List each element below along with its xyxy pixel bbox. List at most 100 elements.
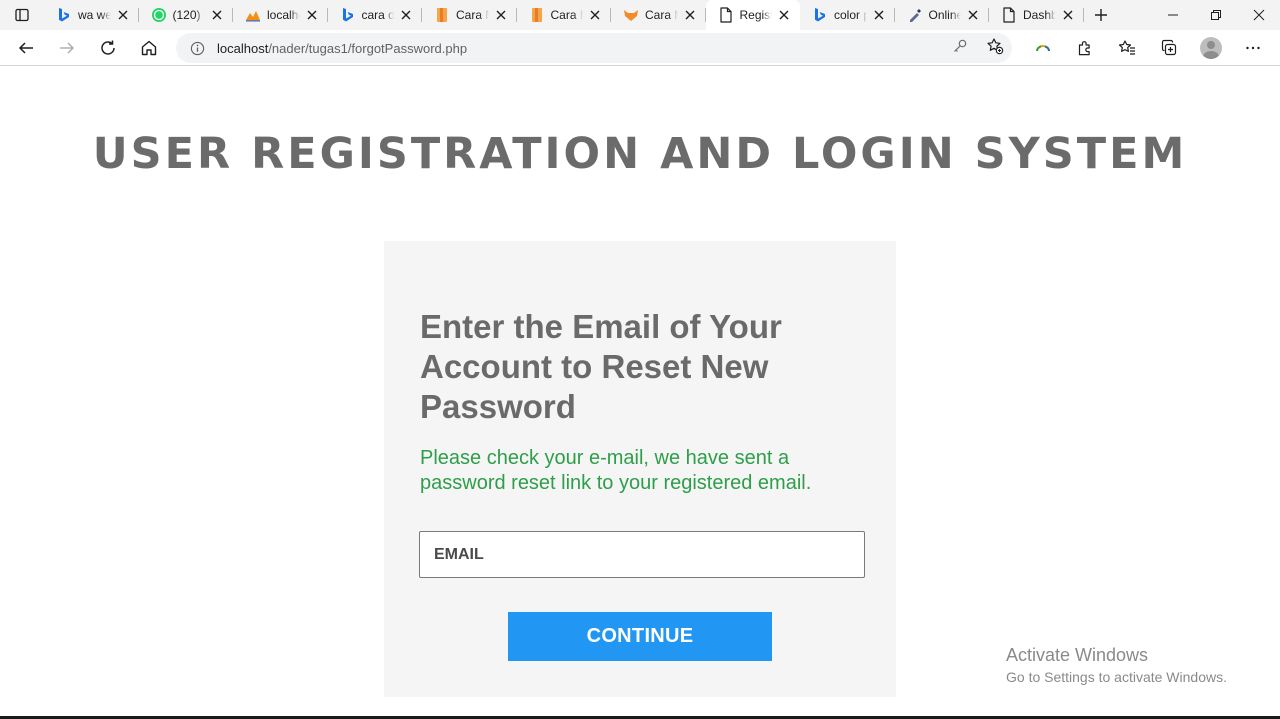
restore-button[interactable] [1194,0,1237,30]
forward-button[interactable] [46,30,87,66]
continue-button[interactable]: CONTINUE [508,612,772,661]
extensions-button[interactable] [1064,30,1106,66]
favorites-button[interactable] [1106,30,1148,66]
tab-close-button[interactable] [871,7,887,23]
close-icon [307,10,316,20]
window-controls [1151,0,1280,30]
web-page: USER REGISTRATION AND LOGIN SYSTEM Enter… [0,67,1280,717]
tab-close-button[interactable] [587,7,603,23]
tab-close-button[interactable] [398,7,414,23]
password-key-icon[interactable] [952,38,968,59]
success-message: Please check your e-mail, we have sent a… [420,447,812,494]
url-text[interactable]: localhost/nader/tugas1/forgotPassword.ph… [217,41,467,56]
browser-tab[interactable]: Dashb [989,0,1084,30]
extension-arc-button[interactable] [1022,30,1064,66]
color-picker-icon [907,7,923,23]
browser-tab[interactable]: (120) W [139,0,234,30]
browser-tab[interactable]: Online [895,0,990,30]
bing-icon [56,7,72,23]
tab-close-button[interactable] [493,7,509,23]
browser-tab[interactable]: Registr [705,0,800,30]
tab-title: Cara M [456,8,489,22]
site-info-icon[interactable] [189,40,205,56]
avatar [1200,37,1222,59]
collections-icon [1161,39,1177,56]
phpmyadmin-icon [245,7,261,23]
email-field[interactable] [419,531,865,578]
minimize-icon [1167,14,1178,16]
close-icon [874,10,883,20]
forgot-password-card: Enter the Email of Your Account to Reset… [384,241,896,697]
tab-close-button[interactable] [304,7,320,23]
url-path: /nader/tugas1/forgotPassword.php [268,40,468,56]
puzzle-icon [1078,41,1090,56]
tab-title: Cara M [550,8,584,22]
add-favorite-icon[interactable] [986,37,1004,60]
close-icon [1063,10,1072,20]
forward-arrow-icon [59,41,74,54]
tab-close-button[interactable] [965,7,981,23]
tab-close-button[interactable] [776,7,792,23]
close-icon [779,10,789,20]
home-button[interactable] [128,30,169,66]
tab-title: Online [928,8,962,22]
close-icon [590,10,600,20]
collections-button[interactable] [1148,30,1190,66]
tab-close-button[interactable] [209,7,225,23]
address-bar-actions [952,33,1004,63]
rainbow-arc-icon [1036,45,1050,52]
tab-title: Dashb [1023,8,1056,22]
close-icon [212,10,222,20]
tab-list: wa web (120) W localhost cara de Cara M Cara … [44,0,1084,30]
restore-icon [1210,10,1221,20]
browser-tab[interactable]: Cara M [422,0,517,30]
more-dots-icon [1246,46,1260,50]
back-button[interactable] [5,30,46,66]
tab-actions-icon [15,8,29,22]
url-host: localhost [217,40,269,56]
minimize-button[interactable] [1151,0,1194,30]
refresh-button[interactable] [87,30,128,66]
fox-icon [623,7,639,23]
settings-menu-button[interactable] [1232,30,1274,66]
close-icon [685,10,694,20]
browser-tab[interactable]: Cara M [517,0,612,30]
browser-tab[interactable]: color p [800,0,895,30]
favorites-star-icon [1118,40,1135,55]
browser-tab[interactable]: wa web [44,0,139,30]
tab-title: (120) W [172,8,206,22]
refresh-icon [100,40,115,55]
tab-actions-button[interactable] [0,0,44,30]
home-icon [141,40,156,55]
browser-toolbar: localhost/nader/tugas1/forgotPassword.ph… [0,30,1280,66]
tab-close-button[interactable] [1060,7,1076,23]
watermark-line1: Activate Windows [1006,645,1149,665]
close-icon [401,10,411,20]
browser-tab[interactable]: Cara M [611,0,706,30]
toolbar-extensions [1022,30,1274,66]
new-tab-button[interactable] [1084,0,1118,30]
tab-title: color p [834,8,867,22]
browser-tab[interactable]: localhost [233,0,328,30]
tab-strip: wa web (120) W localhost cara de Cara M Cara … [0,0,1280,30]
tab-close-button[interactable] [682,7,698,23]
browser-tab[interactable]: cara de [328,0,423,30]
bing-icon [340,7,356,23]
card-title: Enter the Email of Your Account to Reset… [420,308,782,425]
bookmark-orange-icon [434,7,450,23]
close-icon [968,10,978,20]
page-icon [718,7,734,23]
tab-title: Cara M [645,8,678,22]
back-arrow-icon [18,41,33,54]
activate-windows-watermark: Activate Windows Go to Settings to activ… [1006,645,1227,685]
tab-title: wa web [78,8,111,22]
tab-title: cara de [361,8,395,22]
profile-button[interactable] [1190,30,1232,66]
bing-icon [812,7,828,23]
page-title: USER REGISTRATION AND LOGIN SYSTEM [92,129,1188,179]
page-icon [1001,7,1017,23]
tab-title: localhost [267,8,300,22]
address-bar[interactable]: localhost/nader/tugas1/forgotPassword.ph… [176,33,1012,63]
close-window-button[interactable] [1237,0,1280,30]
tab-close-button[interactable] [115,7,131,23]
